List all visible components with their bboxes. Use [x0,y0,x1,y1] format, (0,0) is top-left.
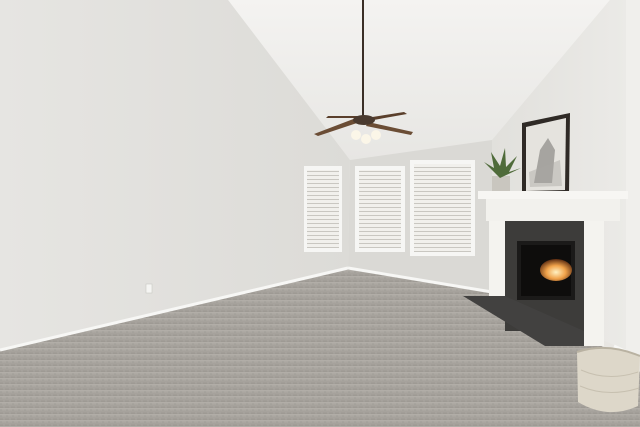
framed-art [522,113,570,195]
fan-light-3 [371,130,381,140]
fire-flames [540,259,572,281]
mantel-frieze [486,199,620,221]
window-right [410,160,475,256]
fan-light-2 [361,134,371,144]
right-wall-edge [626,0,640,360]
window-center [355,166,405,252]
fan-motor [353,115,375,125]
mantel-shelf [478,191,628,199]
window-left [304,166,342,252]
wicker-basket [576,346,640,413]
wall-outlet [145,283,153,294]
mantel-left-pilaster [489,221,505,298]
living-room-scene [0,0,640,427]
mantel-right-pilaster [584,221,604,346]
fan-light-1 [351,130,361,140]
